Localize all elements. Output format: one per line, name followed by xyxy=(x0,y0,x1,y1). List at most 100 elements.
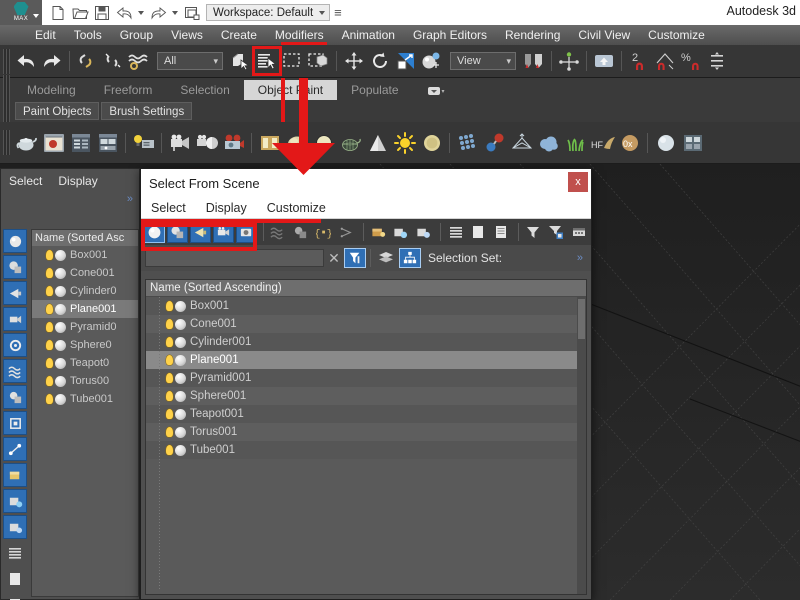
light-bulb-icon[interactable] xyxy=(46,376,53,386)
render-frame-window-icon[interactable] xyxy=(40,128,67,158)
light-bulb-icon[interactable] xyxy=(46,286,53,296)
display-geometry-icon[interactable] xyxy=(144,221,165,243)
camera-icon[interactable] xyxy=(166,128,193,158)
menu-modifiers[interactable]: Modifiers xyxy=(266,25,333,45)
display-bone-objects-icon[interactable] xyxy=(3,437,27,461)
close-icon[interactable]: x xyxy=(568,172,588,192)
undo-tool-icon[interactable] xyxy=(13,48,39,74)
collapse-all-icon[interactable] xyxy=(3,567,27,591)
light-bulb-icon[interactable] xyxy=(166,427,173,437)
search-input[interactable] xyxy=(145,249,324,267)
object-paint-fill-icon[interactable]: 0x xyxy=(616,128,643,158)
list-vertical-scrollbar[interactable] xyxy=(577,297,586,594)
sphere-flat-icon[interactable] xyxy=(310,128,337,158)
panel-paint-objects[interactable]: Paint Objects xyxy=(15,102,100,120)
list-item[interactable]: Cone001 xyxy=(32,264,138,282)
tab-selection[interactable]: Selection xyxy=(166,80,243,100)
dialog-overflow-chevron[interactable]: » xyxy=(577,252,587,264)
app-logo-button[interactable]: MAX xyxy=(0,0,42,25)
background-dialog-toolbar[interactable] xyxy=(3,229,29,600)
select-link-icon[interactable] xyxy=(74,48,100,74)
menu-rendering[interactable]: Rendering xyxy=(496,25,569,45)
tab-modeling[interactable]: Modeling xyxy=(13,80,90,100)
select-object-icon[interactable] xyxy=(228,48,254,74)
chevron-down-icon[interactable] xyxy=(319,10,326,15)
ribbon-panel-row[interactable]: Paint Objects Brush Settings xyxy=(0,98,800,124)
filter-icon[interactable] xyxy=(523,221,544,243)
open-file-icon[interactable] xyxy=(70,3,90,23)
display-cameras-icon[interactable] xyxy=(212,221,234,243)
background-select-from-scene-dialog[interactable]: Select Display » Name (Sorted Asc Box001… xyxy=(0,168,140,600)
menu-tools[interactable]: Tools xyxy=(65,25,111,45)
background-list-rows[interactable]: Box001 Cone001 Cylinder0 Plane001 Pyramid0 Sp… xyxy=(32,246,138,408)
scene-object-list[interactable]: Name (Sorted Ascending) Box001 Cone001 Cyl… xyxy=(145,279,587,595)
snaps-toggle-icon[interactable]: 2 xyxy=(626,48,652,74)
display-groups-icon[interactable] xyxy=(290,221,311,243)
reference-coordinate-dropdown[interactable]: View ▾ xyxy=(450,52,516,70)
camera-match-icon[interactable] xyxy=(193,128,220,158)
menu-views[interactable]: Views xyxy=(162,25,212,45)
list-item[interactable]: Pyramid001 xyxy=(146,369,586,387)
ribbon-tabs[interactable]: Modeling Freeform Selection Object Paint… xyxy=(0,75,800,100)
display-xrefs-icon[interactable]: { } xyxy=(313,221,334,243)
list-item[interactable]: Cylinder0 xyxy=(32,282,138,300)
hair-fur-icon[interactable]: HF xyxy=(589,128,616,158)
sphere-shaded-icon[interactable] xyxy=(283,128,310,158)
teapot-object[interactable] xyxy=(620,596,770,600)
use-pivot-center-icon[interactable] xyxy=(521,48,547,74)
display-bone-objects-icon[interactable] xyxy=(336,221,357,243)
background-overflow-chevron[interactable]: » xyxy=(1,193,139,207)
list-item[interactable]: Plane001 xyxy=(32,300,138,318)
spinner-snap-toggle-icon[interactable] xyxy=(704,48,730,74)
list-item[interactable]: Cylinder001 xyxy=(146,333,586,351)
select-and-place-icon[interactable] xyxy=(419,48,445,74)
dialog-menu-select[interactable]: Select xyxy=(141,201,196,215)
menu-customize[interactable]: Customize xyxy=(639,25,714,45)
main-toolbar[interactable]: All ▾ View ▾ 2 % xyxy=(0,45,800,78)
layers-icon[interactable] xyxy=(375,247,397,269)
window-crossing-icon[interactable] xyxy=(306,48,332,74)
display-containers-icon[interactable] xyxy=(368,221,389,243)
display-space-warps-icon[interactable] xyxy=(3,359,27,383)
tab-freeform[interactable]: Freeform xyxy=(90,80,167,100)
display-frozen-icon[interactable] xyxy=(3,489,27,513)
menu-graph-editors[interactable]: Graph Editors xyxy=(404,25,496,45)
display-cameras-icon[interactable] xyxy=(3,307,27,331)
display-hidden-icon[interactable] xyxy=(413,221,434,243)
background-menu-display[interactable]: Display xyxy=(50,174,105,188)
list-item[interactable]: Teapot001 xyxy=(146,405,586,423)
chevron-down-icon[interactable]: ▾ xyxy=(205,56,218,67)
bind-space-warp-icon[interactable] xyxy=(126,48,152,74)
cloud-icon[interactable] xyxy=(535,128,562,158)
workspace-selector[interactable]: Workspace: Default xyxy=(206,4,331,21)
list-item[interactable]: Sphere001 xyxy=(146,387,586,405)
filter-config-icon[interactable] xyxy=(545,221,566,243)
light-bulb-icon[interactable] xyxy=(166,373,173,383)
select-and-move-icon[interactable] xyxy=(341,48,367,74)
light-bulb-icon[interactable] xyxy=(166,409,173,419)
particle-array-icon[interactable] xyxy=(454,128,481,158)
list-item[interactable]: Sphere0 xyxy=(32,336,138,354)
secondary-toolbar-grip[interactable] xyxy=(3,130,10,155)
display-xrefs-icon[interactable] xyxy=(3,411,27,435)
sphere-gold-icon[interactable] xyxy=(418,128,445,158)
ribbon-overflow-icon[interactable] xyxy=(413,80,459,100)
find-filter-icon[interactable] xyxy=(344,248,366,268)
schematic-view-icon[interactable] xyxy=(679,128,706,158)
material-editor-icon[interactable] xyxy=(67,128,94,158)
light-bulb-icon[interactable] xyxy=(166,319,173,329)
background-object-list[interactable]: Name (Sorted Asc Box001 Cone001 Cylinder0 P… xyxy=(31,229,139,597)
select-and-link-region-icon[interactable] xyxy=(591,48,617,74)
selection-set-icon[interactable] xyxy=(399,248,421,268)
display-hidden-icon[interactable] xyxy=(3,515,27,539)
chevron-down-icon[interactable]: ▾ xyxy=(498,56,511,67)
light-bulb-icon[interactable] xyxy=(166,301,173,311)
display-shapes-icon[interactable] xyxy=(166,221,188,243)
light-bulb-icon[interactable] xyxy=(46,394,53,404)
menu-animation[interactable]: Animation xyxy=(333,25,404,45)
display-groups-icon[interactable] xyxy=(3,385,27,409)
dialog-titlebar[interactable]: Select From Scene x xyxy=(141,169,591,197)
redo-icon[interactable] xyxy=(148,3,168,23)
background-dialog-menubar[interactable]: Select Display xyxy=(1,169,139,193)
menu-edit[interactable]: Edit xyxy=(26,25,65,45)
